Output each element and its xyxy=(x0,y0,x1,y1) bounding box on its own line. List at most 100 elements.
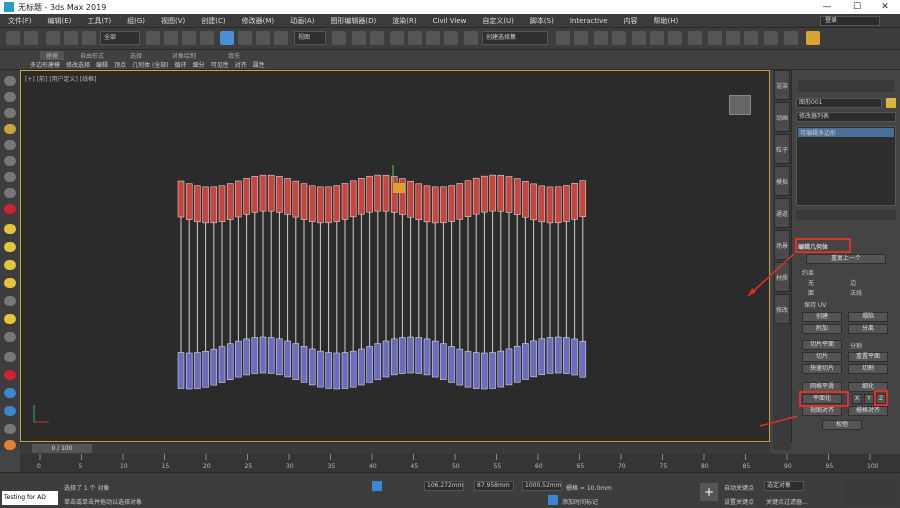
ribbon-modify-selection[interactable]: 修改选择 xyxy=(66,60,90,69)
selection-filter[interactable]: 全部 xyxy=(100,31,140,45)
menu-view[interactable]: 视图(V) xyxy=(153,14,193,28)
pivot-icon[interactable] xyxy=(332,31,346,45)
ribbon-geometry-all[interactable]: 几何体 (全部) xyxy=(132,60,169,69)
ribbon-tab-modeling[interactable]: 建模 xyxy=(40,51,65,60)
split-checkbox[interactable]: 分割 xyxy=(850,341,862,350)
percent-snap-icon[interactable] xyxy=(426,31,440,45)
angle-snap-icon[interactable] xyxy=(408,31,422,45)
attach-button[interactable]: 附加 xyxy=(802,324,842,334)
time-slider-thumb[interactable]: 0 / 100 xyxy=(32,444,92,453)
spinner-snap-icon[interactable] xyxy=(444,31,458,45)
menu-edit[interactable]: 编辑(E) xyxy=(40,14,80,28)
lock-selection-icon[interactable] xyxy=(372,481,382,491)
side-tab-simulation[interactable]: 模拟 xyxy=(774,166,790,196)
workspace-icon[interactable] xyxy=(806,31,820,45)
cut-button[interactable]: 切割 xyxy=(848,364,888,374)
ribbon-toggle-icon[interactable] xyxy=(632,31,646,45)
menu-content[interactable]: 内容 xyxy=(616,14,646,28)
slice-button[interactable]: 切片 xyxy=(802,352,842,362)
menu-modifiers[interactable]: 修改器(M) xyxy=(234,14,283,28)
modifier-stack[interactable] xyxy=(796,126,896,206)
ribbon-edit[interactable]: 编辑 xyxy=(96,60,108,69)
menu-tools[interactable]: 工具(T) xyxy=(79,14,119,28)
material-editor-icon[interactable] xyxy=(688,31,702,45)
reset-plane-button[interactable]: 重置平面 xyxy=(848,352,888,362)
auto-key-button[interactable]: 自动关键点 xyxy=(724,483,754,492)
schematic-view-icon[interactable] xyxy=(668,31,682,45)
ribbon-properties[interactable]: 属性 xyxy=(253,60,265,69)
menu-interactive[interactable]: Interactive xyxy=(562,14,616,28)
collapse-button[interactable]: 塌陷 xyxy=(848,312,888,322)
detach-button[interactable]: 分离 xyxy=(848,324,888,334)
constraint-normal-radio[interactable]: 法线 xyxy=(850,288,862,297)
set-key-plus-icon[interactable]: + xyxy=(700,483,718,501)
render-icon[interactable] xyxy=(744,31,758,45)
ribbon-tab-selection[interactable]: 选择 xyxy=(130,51,142,60)
scale-icon[interactable] xyxy=(256,31,270,45)
window-crossing-icon[interactable] xyxy=(200,31,214,45)
key-mode-dropdown[interactable]: 选定对象 xyxy=(764,481,804,491)
select-object-icon[interactable] xyxy=(146,31,160,45)
cameras-icon[interactable] xyxy=(4,124,16,134)
menu-file[interactable]: 文件(F) xyxy=(0,14,40,28)
link-tool-icon[interactable] xyxy=(4,188,16,198)
modifier-stack-item[interactable]: 可编辑多边形 xyxy=(798,128,894,137)
reference-coord-system[interactable]: 视图 xyxy=(294,31,326,45)
teapot-icon[interactable] xyxy=(4,314,16,324)
constraint-edge-radio[interactable]: 边 xyxy=(850,278,856,287)
minimize-button[interactable]: — xyxy=(812,0,842,14)
unlink-icon[interactable] xyxy=(64,31,78,45)
ribbon-polygon-modeling[interactable]: 多边形建模 xyxy=(30,60,60,69)
ribbon-loops[interactable]: 循环 xyxy=(175,60,187,69)
z-coordinate-field[interactable]: 1000.52mm xyxy=(522,481,562,491)
time-tag-icon[interactable] xyxy=(548,495,558,505)
render-cloud-icon[interactable] xyxy=(764,31,778,45)
stack-tools[interactable] xyxy=(796,210,896,220)
object-name-field[interactable]: 图形001 xyxy=(796,98,882,108)
repeat-last-button[interactable]: 重复上一个 xyxy=(806,254,886,264)
material-icon[interactable] xyxy=(4,406,16,416)
preserve-uvs-checkbox[interactable]: 保持 UV xyxy=(804,300,826,309)
keyboard-shortcut-icon[interactable] xyxy=(370,31,384,45)
torus-icon[interactable] xyxy=(4,278,16,288)
ribbon-tab-populate[interactable]: 填充 xyxy=(228,51,240,60)
ribbon-tab-freeform[interactable]: 自由形式 xyxy=(80,51,104,60)
layer-explorer-icon[interactable] xyxy=(612,31,626,45)
plane-icon[interactable] xyxy=(4,332,16,342)
render-setup-icon[interactable] xyxy=(708,31,722,45)
ribbon-visibility[interactable]: 可见性 xyxy=(211,60,229,69)
x-coordinate-field[interactable]: 106.272mm xyxy=(424,481,464,491)
ribbon-align[interactable]: 对齐 xyxy=(235,60,247,69)
user-signin[interactable]: 登录 xyxy=(820,16,880,26)
snap-toggle-icon[interactable] xyxy=(390,31,404,45)
side-tab-animation[interactable]: 动画 xyxy=(774,102,790,132)
rendered-frame-icon[interactable] xyxy=(726,31,740,45)
lights-icon[interactable] xyxy=(4,108,16,118)
side-tab-render[interactable]: 渲染 xyxy=(774,70,790,100)
menu-scripting[interactable]: 脚本(S) xyxy=(522,14,562,28)
place-icon[interactable] xyxy=(274,31,288,45)
maximize-button[interactable]: ☐ xyxy=(842,0,872,14)
redo-icon[interactable] xyxy=(24,31,38,45)
add-time-tag[interactable]: 添加时间标记 xyxy=(562,497,598,506)
close-button[interactable]: ✕ xyxy=(870,0,900,14)
isolate-icon[interactable] xyxy=(4,204,16,214)
select-by-name-icon[interactable] xyxy=(164,31,178,45)
render-frame-icon[interactable] xyxy=(4,424,16,434)
constraint-none-radio[interactable]: 无 xyxy=(808,278,814,287)
menu-graph-editors[interactable]: 图形编辑器(D) xyxy=(322,14,384,28)
side-tab-particles[interactable]: 粒子 xyxy=(774,134,790,164)
menu-create[interactable]: 创建(C) xyxy=(193,14,233,28)
y-coordinate-field[interactable]: 87.958mm xyxy=(474,481,514,491)
object-color-swatch[interactable] xyxy=(886,98,896,108)
menu-civil-view[interactable]: Civil View xyxy=(425,14,475,28)
ribbon-subdivision[interactable]: 细分 xyxy=(193,60,205,69)
create-button[interactable]: 创建 xyxy=(802,312,842,322)
menu-help[interactable]: 帮助(H) xyxy=(646,14,687,28)
link-icon[interactable] xyxy=(46,31,60,45)
constraint-face-radio[interactable]: 面 xyxy=(808,288,814,297)
rect-selection-icon[interactable] xyxy=(182,31,196,45)
view-align-button[interactable]: 视图对齐 xyxy=(802,406,842,416)
undo-icon[interactable] xyxy=(6,31,20,45)
cylinder-icon[interactable] xyxy=(4,260,16,270)
